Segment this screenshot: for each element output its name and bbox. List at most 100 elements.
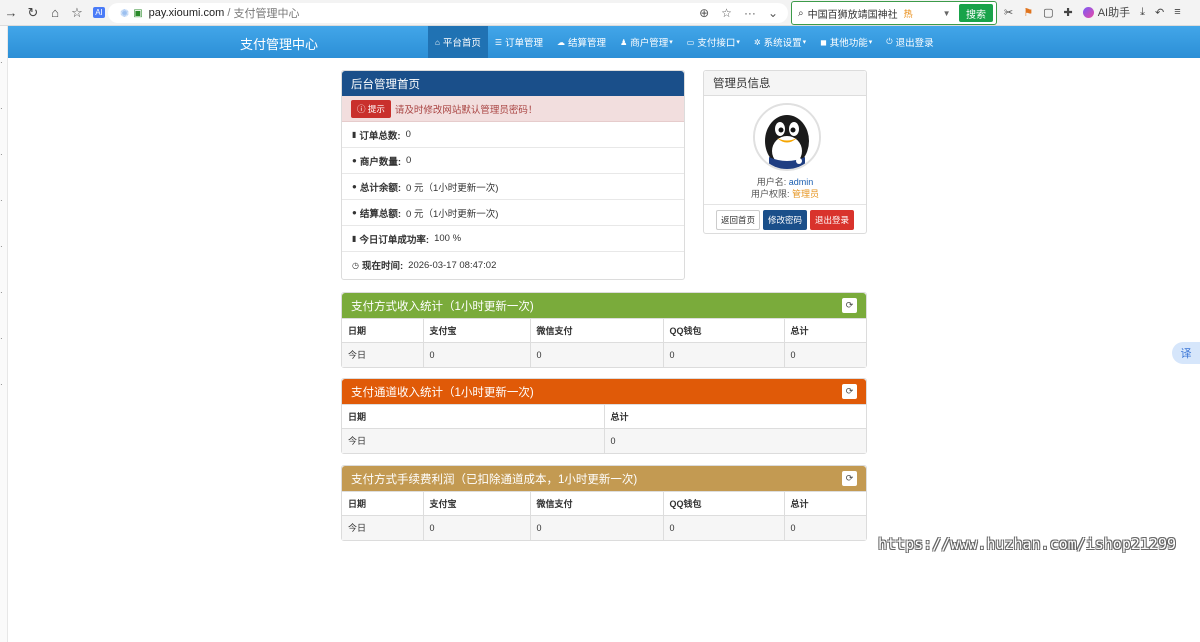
reload-icon[interactable]: ↻ xyxy=(22,2,44,24)
site-favicon-icon: ✺ xyxy=(120,7,130,20)
nav-item-label: 商户管理 xyxy=(630,38,669,49)
admin-info-title: 管理员信息 xyxy=(704,71,866,96)
chevron-down-icon[interactable]: ⌄ xyxy=(768,6,778,20)
stat-row: ● 结算总额: 0 元（1小时更新一次) xyxy=(342,200,684,226)
ai-assistant-label[interactable]: AI助手 xyxy=(1098,4,1130,20)
username-value: admin xyxy=(788,177,814,187)
column-header: 总计 xyxy=(604,404,866,429)
drop-icon: ● xyxy=(352,182,357,191)
favorites-icon[interactable]: ☆ xyxy=(66,2,88,24)
logout-button[interactable]: 退出登录 xyxy=(810,209,855,230)
table-cell: 今日 xyxy=(342,428,605,453)
column-header: 日期 xyxy=(342,404,605,429)
stat-value: 0 元（1小时更新一次) xyxy=(406,208,499,220)
stat-row: ● 总计余额: 0 元（1小时更新一次) xyxy=(342,174,684,200)
table-cell: 0 xyxy=(423,342,531,367)
table-header-row: 日期 支付宝 微信支付 QQ钱包 总计 xyxy=(342,318,866,343)
refresh-icon[interactable]: ⟳ xyxy=(842,298,857,313)
hot-badge: 热 xyxy=(903,8,913,19)
power-icon: ⏻ xyxy=(886,37,893,46)
fee-profit-title: 支付方式手续费利润（已扣除通道成本，1小时更新一次) xyxy=(351,473,638,486)
extension-game-icon[interactable]: ⚑ xyxy=(1023,6,1033,19)
table-row: 今日 0 0 0 0 xyxy=(342,515,866,540)
username-label: 用户名: xyxy=(756,177,787,187)
address-bar[interactable]: ✺ ▣ pay.xioumi.com / 支付管理中心 ⊕ ☆ ··· ⌄ xyxy=(108,3,788,23)
stat-label: 商户数量: xyxy=(359,156,402,168)
brand-title[interactable]: 支付管理中心 xyxy=(240,34,318,53)
notice-tag: ⓘ 提示 xyxy=(351,99,391,118)
notice-tag-label: 提示 xyxy=(367,103,385,114)
stat-value: 2026-03-17 08:47:02 xyxy=(408,259,497,271)
list-icon: ☰ xyxy=(494,37,503,47)
nav-item-0[interactable]: ⌂ 平台首页 xyxy=(428,26,488,58)
ai-extension-icon[interactable]: AI xyxy=(88,2,110,24)
search-input[interactable]: 中国百狮放靖国神社 xyxy=(808,6,898,21)
change-password-button[interactable]: 修改密码 xyxy=(762,209,807,230)
download-icon[interactable]: ⤓ xyxy=(1140,6,1145,19)
method-income-header: 支付方式收入统计（1小时更新一次) ⟳ xyxy=(342,293,866,318)
nav-item-2[interactable]: ☁ 结算管理 xyxy=(550,26,613,58)
back-home-button[interactable]: 返回首页 xyxy=(715,209,760,230)
admin-home-title: 后台管理首页 xyxy=(342,71,684,96)
nav-item-label: 支付接口 xyxy=(697,38,736,49)
search-button[interactable]: 搜索 xyxy=(959,4,993,22)
translate-button[interactable]: 译 xyxy=(1172,342,1200,364)
fee-profit-panel: 支付方式手续费利润（已扣除通道成本，1小时更新一次) ⟳ 日期 支付宝 微信支付 QQ… xyxy=(341,465,867,541)
notice-text: 请及时修改网站默认管理员密码！ xyxy=(394,104,538,116)
role-line: 用户权限: 管理员 xyxy=(704,187,866,200)
nav-item-1[interactable]: ☰ 订单管理 xyxy=(488,26,550,58)
home-browser-icon[interactable]: ⌂ xyxy=(44,2,66,24)
nav-item-6[interactable]: ◼ 其他功能 ▾ xyxy=(813,26,879,58)
caret-down-icon: ▾ xyxy=(802,39,807,46)
search-icon: ⌕ xyxy=(798,7,804,19)
ai-assistant-icon[interactable] xyxy=(1082,6,1094,18)
window-icon[interactable]: ▢ xyxy=(1043,6,1053,19)
column-header: 支付宝 xyxy=(423,491,531,516)
app-navbar: 支付管理中心 ⌂ 平台首页 ☰ 订单管理 ☁ 结算管理 ♟ 商户管理 ▾ ▭ 支付接口 ▾ ✲ 系统设置 ▾… xyxy=(8,26,1200,58)
admin-home-panel: 后台管理首页 ⓘ 提示 请及时修改网站默认管理员密码！ ▮ 订单总数: 0 ● 商户数量… xyxy=(341,70,685,280)
table-cell: 0 xyxy=(663,342,785,367)
user-icon: ♟ xyxy=(620,37,628,47)
table-cell: 0 xyxy=(784,515,866,540)
forward-icon[interactable]: → xyxy=(0,2,22,24)
table-cell: 0 xyxy=(784,342,866,367)
stat-label: 总计余额: xyxy=(359,182,402,194)
more-icon[interactable]: ··· xyxy=(744,6,756,20)
nav-item-4[interactable]: ▭ 支付接口 ▾ xyxy=(680,26,747,58)
bookmark-star-icon[interactable]: ☆ xyxy=(721,6,732,20)
url-host: pay.xioumi.com xyxy=(148,7,225,19)
nav-item-label: 结算管理 xyxy=(568,38,607,49)
nav-item-5[interactable]: ✲ 系统设置 ▾ xyxy=(747,26,813,58)
refresh-icon[interactable]: ⟳ xyxy=(842,471,857,486)
location-icon[interactable]: ⊕ xyxy=(699,6,709,20)
column-header: 总计 xyxy=(784,318,866,343)
table-header-row: 日期 支付宝 微信支付 QQ钱包 总计 xyxy=(342,491,866,516)
password-notice: ⓘ 提示 请及时修改网站默认管理员密码！ xyxy=(342,96,684,122)
role-value: 管理员 xyxy=(792,189,820,199)
stat-value: 0 xyxy=(406,155,412,166)
puzzle-icon[interactable]: ✚ xyxy=(1064,6,1073,19)
column-header: 微信支付 xyxy=(530,318,664,343)
stat-label: 结算总额: xyxy=(359,208,402,220)
scissors-icon[interactable]: ✂ xyxy=(1004,6,1013,19)
nav-item-label: 订单管理 xyxy=(505,38,544,49)
bar-chart-icon: ▮ xyxy=(352,234,357,243)
method-income-title: 支付方式收入统计（1小时更新一次) xyxy=(351,300,534,313)
refresh-icon[interactable]: ⟳ xyxy=(842,384,857,399)
main-menu: ⌂ 平台首页 ☰ 订单管理 ☁ 结算管理 ♟ 商户管理 ▾ ▭ 支付接口 ▾ ✲ 系统设置 ▾ ◼ 其他功能 ▾ ⏻… xyxy=(428,26,941,58)
left-sidebar-strip: · · · · · · · · xyxy=(0,26,8,642)
column-header: 日期 xyxy=(342,491,424,516)
undo-icon[interactable]: ↶ xyxy=(1155,6,1164,19)
nav-item-7[interactable]: ⏻ 退出登录 xyxy=(879,26,940,58)
menu-icon[interactable]: ≡ xyxy=(1174,6,1180,18)
lock-icon: ▣ xyxy=(133,7,143,19)
stat-value: 0 xyxy=(405,129,411,140)
stat-label: 现在时间: xyxy=(361,261,404,272)
table-header-row: 日期 总计 xyxy=(342,404,866,429)
search-dropdown-icon[interactable]: ▼ xyxy=(943,9,951,18)
fee-profit-table: 日期 支付宝 微信支付 QQ钱包 总计 今日 0 0 0 0 xyxy=(342,491,866,540)
browser-search-box[interactable]: ⌕ 中国百狮放靖国神社 热 ▼ 搜索 xyxy=(791,1,997,25)
nav-item-3[interactable]: ♟ 商户管理 ▾ xyxy=(613,26,680,58)
channel-income-panel: 支付通道收入统计（1小时更新一次) ⟳ 日期 总计 今日 0 xyxy=(341,378,867,454)
card-icon: ▭ xyxy=(686,37,695,47)
